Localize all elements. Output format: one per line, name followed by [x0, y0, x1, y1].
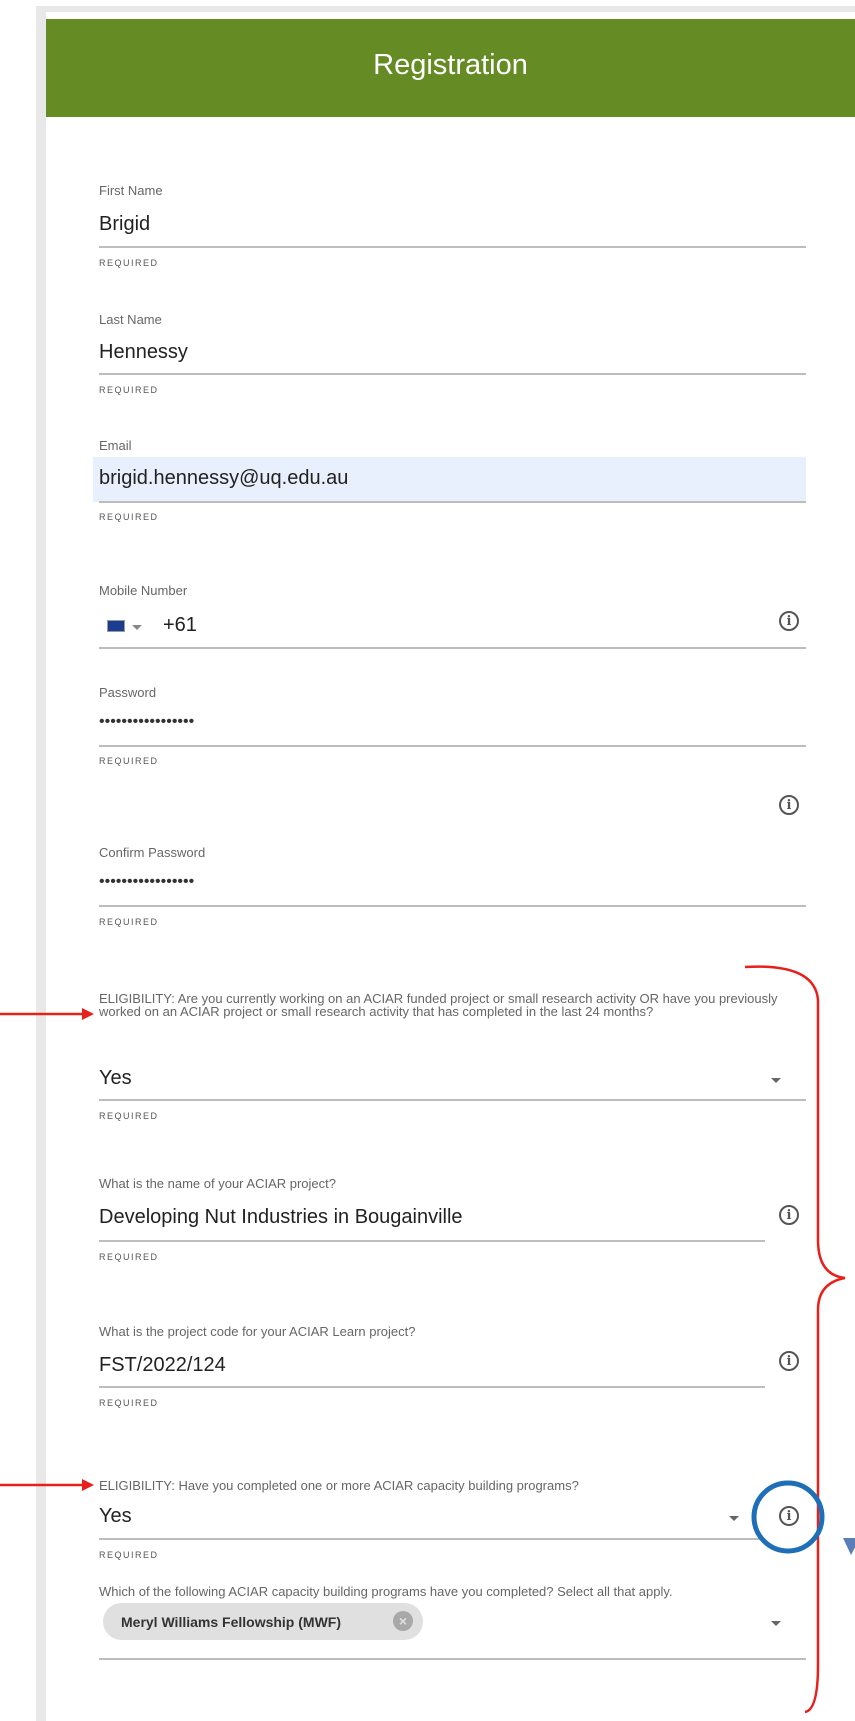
red-arrow-icon: [0, 1008, 94, 1020]
annotation-overlay: [0, 965, 855, 1714]
blue-triangle-icon: [843, 1538, 855, 1555]
highlight-circle-icon: [751, 1480, 825, 1554]
red-arrow-icon: [0, 1479, 94, 1491]
bracket-icon: [744, 965, 846, 1714]
